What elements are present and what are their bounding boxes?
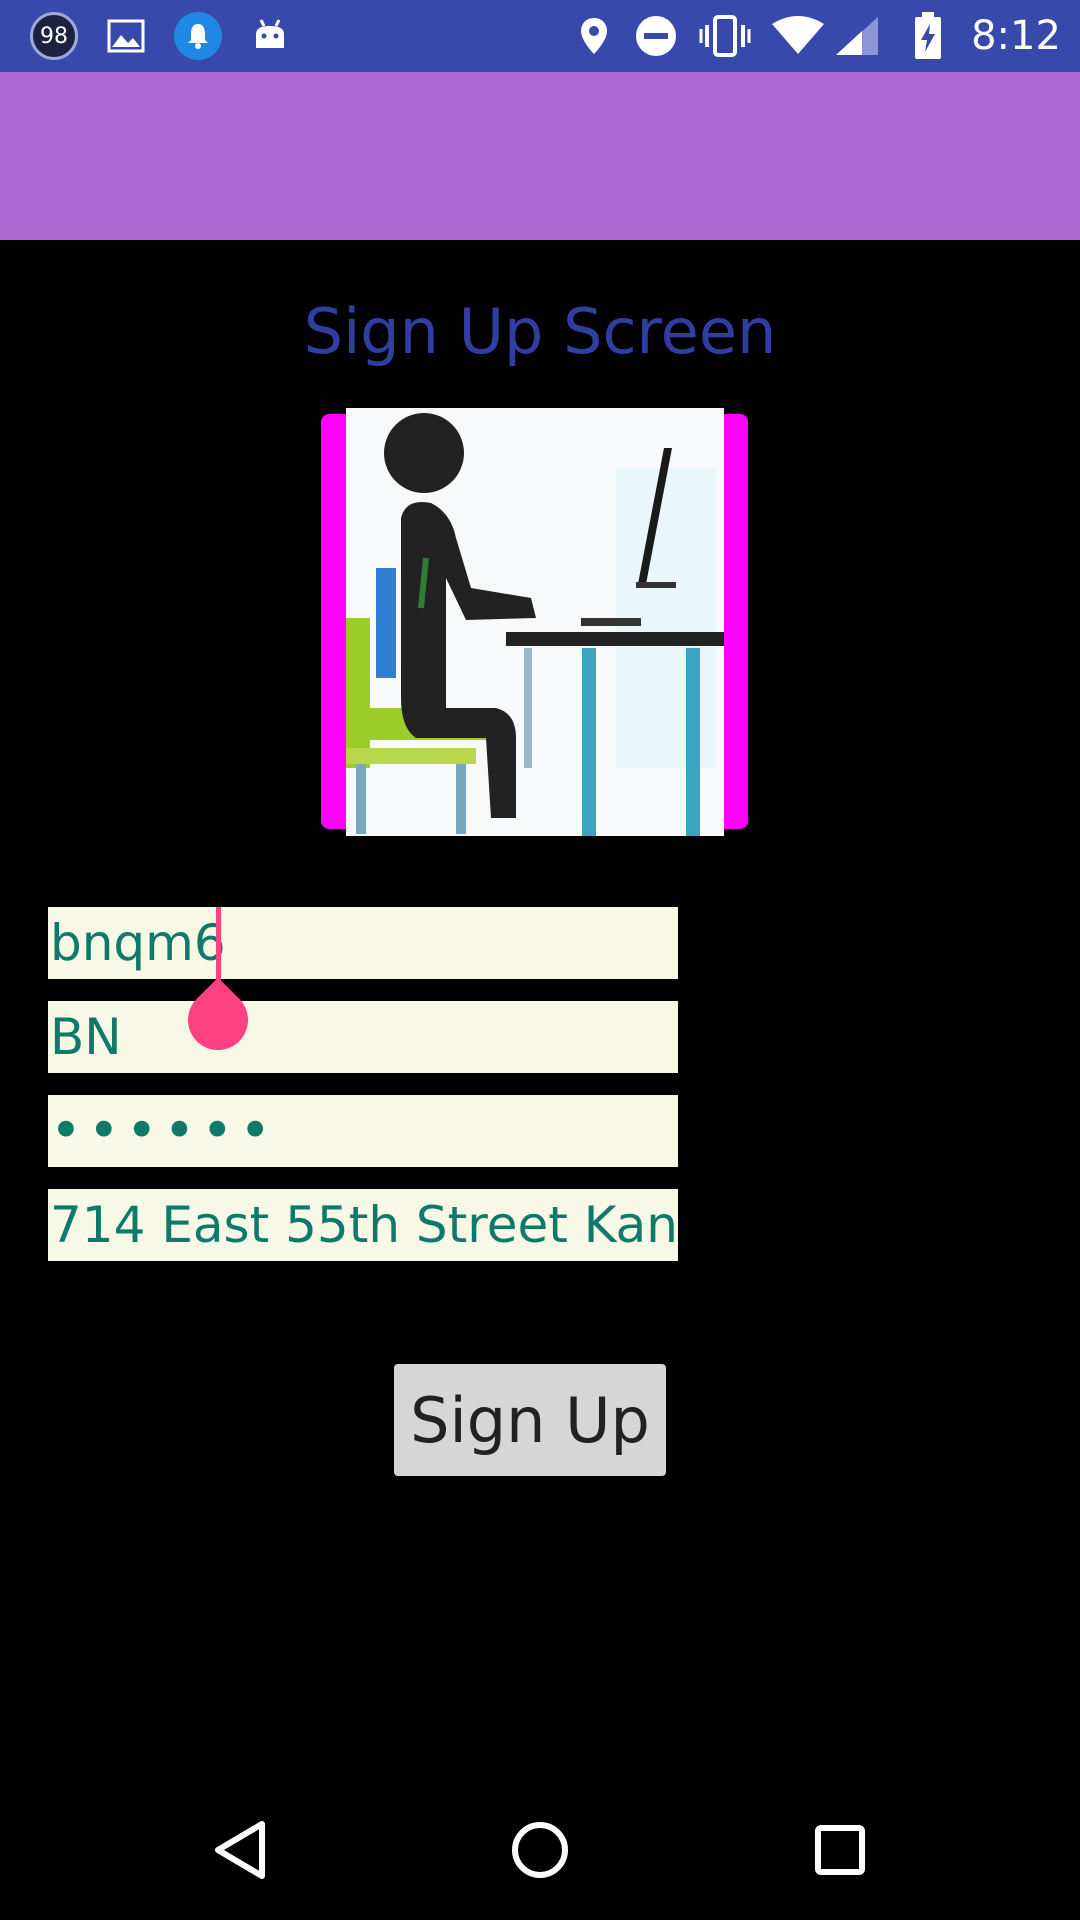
sign-up-button[interactable]: Sign Up <box>394 1364 666 1476</box>
page-title: Sign Up Screen <box>303 295 777 368</box>
address-field[interactable]: 714 East 55th Street Kansas <box>48 1189 678 1261</box>
app-bar <box>0 72 1080 240</box>
status-bar: 98 8:12 <box>0 0 1080 72</box>
profile-image <box>346 408 724 836</box>
status-time: 8:12 <box>971 13 1061 59</box>
notification-badge: 98 <box>28 0 80 72</box>
battery-charging-icon <box>910 0 946 72</box>
username-field[interactable]: bnqm6 <box>48 907 678 979</box>
signal-icon <box>834 0 880 72</box>
do-not-disturb-icon <box>634 0 678 72</box>
password-field[interactable]: •••••• <box>48 1095 678 1167</box>
name-field[interactable]: BN <box>48 1001 678 1073</box>
wifi-icon <box>770 0 826 72</box>
location-icon <box>576 0 612 72</box>
android-icon <box>250 0 290 72</box>
notification-count: 98 <box>30 12 78 60</box>
vibrate-icon <box>698 0 752 72</box>
recents-icon[interactable] <box>808 1818 872 1882</box>
bell-icon <box>172 0 224 72</box>
home-icon[interactable] <box>508 1818 572 1882</box>
text-cursor <box>216 907 221 981</box>
image-icon <box>104 0 148 72</box>
back-icon[interactable] <box>208 1818 272 1882</box>
